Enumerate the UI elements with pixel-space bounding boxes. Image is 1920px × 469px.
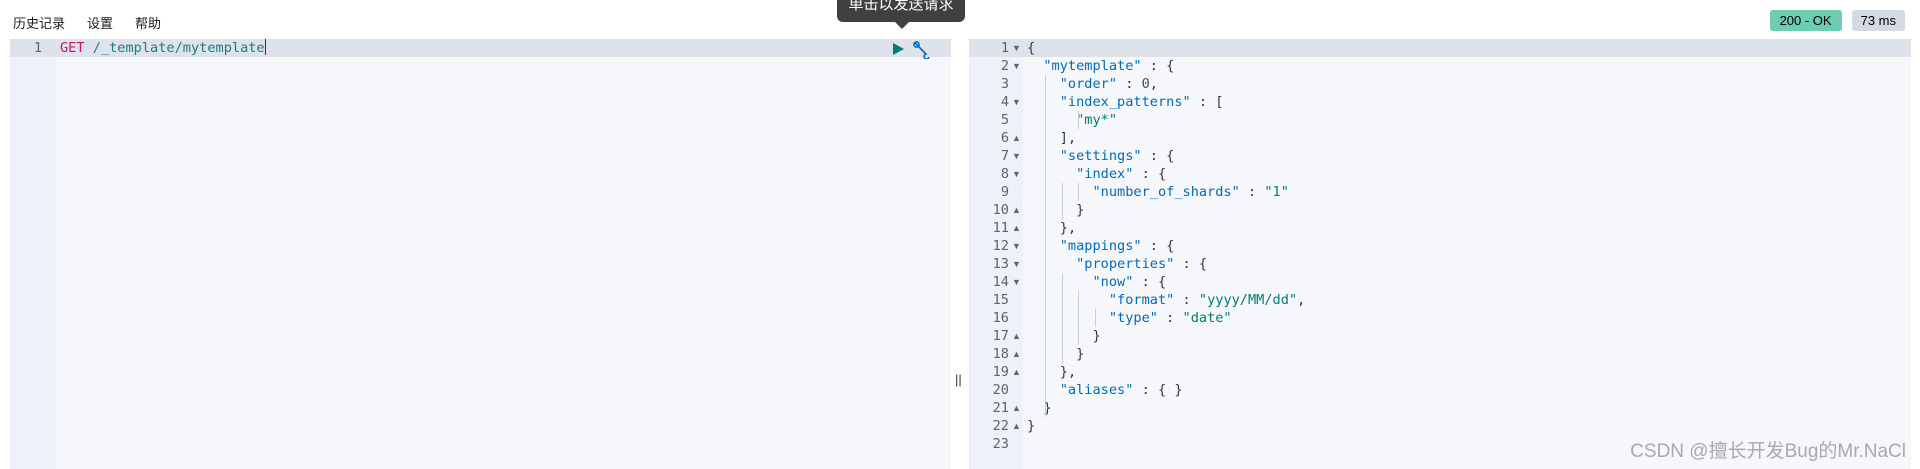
response-line: } bbox=[1076, 202, 1085, 218]
response-line-number: 9 bbox=[1000, 184, 1009, 200]
response-line: }, bbox=[1059, 220, 1077, 236]
menu-settings[interactable]: 设置 bbox=[87, 13, 113, 32]
response-line: "index" : { bbox=[1076, 166, 1167, 182]
response-line-number: 17 bbox=[992, 328, 1009, 344]
response-line: "mytemplate" : { bbox=[1043, 58, 1175, 74]
response-line-number: 22 bbox=[992, 418, 1009, 434]
response-line: "properties" : { bbox=[1076, 256, 1208, 272]
fold-close-icon[interactable]: ▲ bbox=[1012, 331, 1021, 341]
fold-close-icon[interactable]: ▲ bbox=[1012, 403, 1021, 413]
response-line-number: 19 bbox=[992, 364, 1009, 380]
response-line-number: 12 bbox=[992, 238, 1009, 254]
response-line-number: 7 bbox=[1000, 148, 1009, 164]
fold-close-icon[interactable]: ▲ bbox=[1012, 349, 1021, 359]
indent-guide bbox=[1094, 309, 1096, 327]
fold-close-icon[interactable]: ▲ bbox=[1012, 133, 1021, 143]
time-badge: 73 ms bbox=[1851, 10, 1905, 31]
fold-open-icon[interactable]: ▼ bbox=[1012, 61, 1021, 71]
request-line-number: 1 bbox=[33, 40, 42, 56]
top-menu: 历史记录 设置 帮助 bbox=[13, 13, 161, 32]
response-line-number: 2 bbox=[1000, 58, 1009, 74]
indent-guide bbox=[1061, 183, 1063, 219]
indent-guide bbox=[1045, 75, 1047, 417]
fold-close-icon[interactable]: ▲ bbox=[1012, 223, 1021, 233]
response-line-number: 18 bbox=[992, 346, 1009, 362]
request-line[interactable]: GET /_template/mytemplate bbox=[60, 39, 266, 57]
request-gutter bbox=[10, 39, 56, 469]
response-line: }, bbox=[1059, 364, 1077, 380]
response-line-number: 3 bbox=[1000, 76, 1009, 92]
response-line-number: 6 bbox=[1000, 130, 1009, 146]
response-line: "my*" bbox=[1076, 112, 1118, 128]
response-line: "aliases" : { } bbox=[1059, 382, 1183, 398]
response-line: "index_patterns" : [ bbox=[1059, 94, 1224, 110]
tooltip-arrow bbox=[895, 22, 909, 29]
menu-help[interactable]: 帮助 bbox=[135, 13, 161, 32]
response-line: "mappings" : { bbox=[1059, 238, 1175, 254]
fold-open-icon[interactable]: ▼ bbox=[1012, 97, 1021, 107]
response-line: "now" : { bbox=[1092, 274, 1167, 290]
response-line: { bbox=[1027, 40, 1036, 56]
response-line-number: 4 bbox=[1000, 94, 1009, 110]
response-line-number: 13 bbox=[992, 256, 1009, 272]
fold-open-icon[interactable]: ▼ bbox=[1012, 151, 1021, 161]
response-line: } bbox=[1027, 418, 1036, 434]
indent-guide bbox=[1078, 111, 1080, 129]
response-line-number: 11 bbox=[992, 220, 1009, 236]
request-path: /_template/mytemplate bbox=[92, 40, 265, 56]
text-cursor bbox=[264, 39, 266, 55]
response-line-number: 14 bbox=[992, 274, 1009, 290]
play-icon[interactable] bbox=[891, 42, 905, 61]
response-line: } bbox=[1043, 400, 1052, 416]
response-line-number: 20 bbox=[992, 382, 1009, 398]
response-line-number: 10 bbox=[992, 202, 1009, 218]
request-editor[interactable] bbox=[10, 39, 951, 469]
response-line-number: 5 bbox=[1000, 112, 1009, 128]
response-line-number: 1 bbox=[1000, 40, 1009, 56]
indent-guide bbox=[1078, 291, 1080, 345]
fold-open-icon[interactable]: ▼ bbox=[1012, 259, 1021, 269]
request-method: GET bbox=[60, 40, 85, 56]
response-active-line bbox=[969, 39, 1911, 57]
response-line-number: 15 bbox=[992, 292, 1009, 308]
response-line-number: 8 bbox=[1000, 166, 1009, 182]
watermark: CSDN @擅长开发Bug的Mr.NaCl bbox=[1630, 441, 1906, 462]
fold-open-icon[interactable]: ▼ bbox=[1012, 277, 1021, 287]
fold-open-icon[interactable]: ▼ bbox=[1012, 241, 1021, 251]
response-line: } bbox=[1092, 328, 1101, 344]
response-line: "number_of_shards" : "1" bbox=[1092, 184, 1289, 200]
response-line: "settings" : { bbox=[1059, 148, 1175, 164]
response-line: } bbox=[1076, 346, 1085, 362]
fold-close-icon[interactable]: ▲ bbox=[1012, 205, 1021, 215]
fold-open-icon[interactable]: ▼ bbox=[1012, 169, 1021, 179]
response-status: 200 - OK 73 ms bbox=[1769, 10, 1905, 31]
drag-handle-icon[interactable]: || bbox=[955, 372, 962, 387]
response-line-number: 23 bbox=[992, 436, 1009, 452]
response-line-number: 21 bbox=[992, 400, 1009, 416]
fold-open-icon[interactable]: ▼ bbox=[1012, 43, 1021, 53]
fold-close-icon[interactable]: ▲ bbox=[1012, 421, 1021, 431]
indent-guide bbox=[1061, 273, 1063, 363]
fold-close-icon[interactable]: ▲ bbox=[1012, 367, 1021, 377]
response-line-number: 16 bbox=[992, 310, 1009, 326]
wrench-icon[interactable] bbox=[912, 41, 932, 64]
send-request-tooltip: 单击以发送请求 bbox=[837, 0, 965, 22]
menu-history[interactable]: 历史记录 bbox=[13, 13, 65, 32]
response-line: "type" : "date" bbox=[1108, 310, 1232, 326]
response-line: ], bbox=[1059, 130, 1077, 146]
response-line: "format" : "yyyy/MM/dd", bbox=[1108, 292, 1306, 308]
response-line: "order" : 0, bbox=[1059, 76, 1158, 92]
status-badge: 200 - OK bbox=[1769, 10, 1842, 31]
indent-guide bbox=[1078, 183, 1080, 201]
